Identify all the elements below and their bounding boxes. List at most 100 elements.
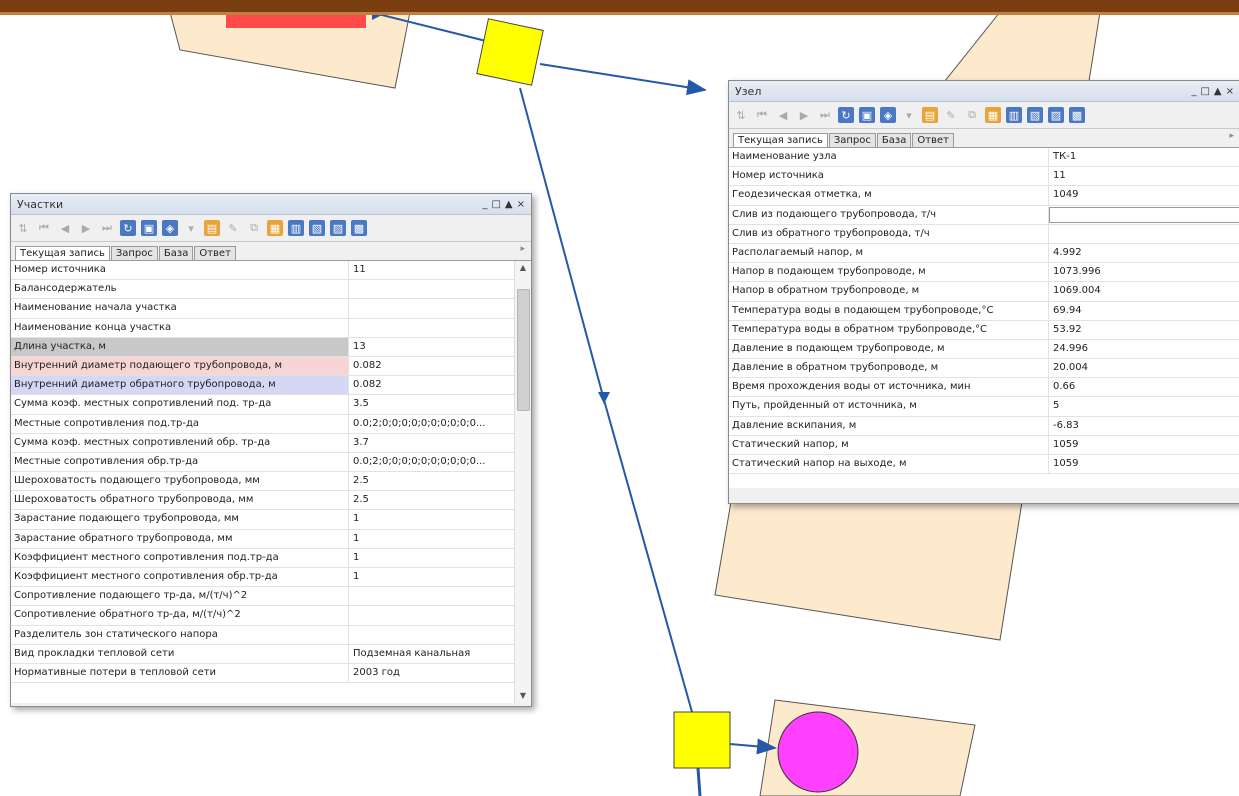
heat-chamber-node-tk1[interactable] bbox=[476, 18, 544, 86]
save-icon[interactable]: ▣ bbox=[859, 107, 875, 123]
table-row[interactable]: Давление вскипания, м -6.83 bbox=[729, 416, 1239, 436]
property-value[interactable]: 3.5 bbox=[349, 395, 514, 413]
table-row[interactable]: Напор в подающем трубопроводе, м 1073.996 bbox=[729, 263, 1239, 283]
prev-record-icon[interactable]: ◀ bbox=[57, 220, 73, 236]
print-icon[interactable]: ▩ bbox=[351, 220, 367, 236]
export-icon[interactable]: ▥ bbox=[1006, 107, 1022, 123]
next-record-icon[interactable]: ▶ bbox=[796, 107, 812, 123]
minimize-button[interactable]: _ bbox=[1191, 86, 1196, 97]
scroll-down-icon[interactable]: ▼ bbox=[515, 689, 531, 703]
refresh-icon[interactable]: ↻ bbox=[838, 107, 854, 123]
window-uchastki-titlebar[interactable]: Участки _ □ ▲ × bbox=[11, 194, 531, 215]
table-row[interactable]: Вид прокладки тепловой сети Подземная кан… bbox=[11, 644, 514, 664]
property-value[interactable]: 2.5 bbox=[349, 491, 514, 509]
property-value[interactable]: 5 bbox=[1049, 397, 1239, 415]
table-row[interactable]: Давление в обратном трубопроводе, м 20.00… bbox=[729, 359, 1239, 379]
property-value[interactable]: 11 bbox=[1049, 167, 1239, 185]
property-value[interactable]: 3.7 bbox=[349, 434, 514, 452]
property-value[interactable]: ТК-1 bbox=[1049, 148, 1239, 166]
tab-query[interactable]: Запрос bbox=[828, 133, 876, 147]
table-row[interactable]: Сопротивление подающего тр-да, м/(т/ч)^2 bbox=[11, 587, 514, 607]
refresh-icon[interactable]: ↻ bbox=[120, 220, 136, 236]
tab-current-record[interactable]: Текущая запись bbox=[733, 133, 828, 147]
property-value[interactable]: 0.66 bbox=[1049, 378, 1239, 396]
layer-icon[interactable]: ◈ bbox=[880, 107, 896, 123]
sort-icon[interactable]: ⇅ bbox=[733, 107, 749, 123]
table-row[interactable]: Местные сопротивления обр.тр-да 0.0;2;0;0… bbox=[11, 452, 514, 473]
import-icon[interactable]: ▧ bbox=[1027, 107, 1043, 123]
import-icon[interactable]: ▧ bbox=[309, 220, 325, 236]
table-row[interactable]: Внутренний диаметр обратного трубопровод… bbox=[11, 376, 514, 396]
prev-record-icon[interactable]: ◀ bbox=[775, 107, 791, 123]
table-row[interactable]: Статический напор, м 1059 bbox=[729, 435, 1239, 455]
property-value[interactable]: 1 bbox=[349, 568, 514, 586]
save-icon[interactable]: ▣ bbox=[141, 220, 157, 236]
property-value[interactable]: 1059 bbox=[1049, 436, 1239, 454]
collapse-button[interactable]: ▲ bbox=[1214, 86, 1222, 97]
minimize-button[interactable]: _ bbox=[482, 199, 487, 210]
property-value[interactable] bbox=[349, 626, 514, 644]
report-icon[interactable]: ▨ bbox=[1048, 107, 1064, 123]
document-icon[interactable]: ▤ bbox=[204, 220, 220, 236]
edit-icon[interactable]: ✎ bbox=[225, 220, 241, 236]
tab-answer[interactable]: Ответ bbox=[194, 246, 236, 260]
paste-icon[interactable]: ▦ bbox=[985, 107, 1001, 123]
table-row[interactable]: Сумма коэф. местных сопротивлений обр. т… bbox=[11, 433, 514, 453]
property-value[interactable]: 11 bbox=[349, 261, 514, 279]
scroll-up-icon[interactable]: ▲ bbox=[515, 261, 531, 275]
maximize-button[interactable]: □ bbox=[491, 199, 500, 210]
copy-icon[interactable]: ⧉ bbox=[246, 220, 262, 236]
last-record-icon[interactable]: ⏭ bbox=[99, 220, 115, 236]
property-value[interactable]: 0.082 bbox=[349, 357, 514, 375]
property-value[interactable]: 1 bbox=[349, 510, 514, 528]
window-uchastki[interactable]: Участки _ □ ▲ × ⇅ ⏮ ◀ ▶ ⏭ ↻ ▣ ◈ ▾ ▤ ✎ ⧉ … bbox=[10, 193, 532, 707]
close-button[interactable]: × bbox=[1226, 86, 1234, 97]
table-row[interactable]: Шероховатость подающего трубопровода, мм… bbox=[11, 472, 514, 492]
dropdown-icon[interactable]: ▾ bbox=[901, 107, 917, 123]
property-value[interactable]: Подземная канальная bbox=[349, 645, 514, 663]
table-row[interactable]: Слив из подающего трубопровода, т/ч bbox=[729, 205, 1239, 225]
table-row[interactable]: Сопротивление обратного тр-да, м/(т/ч)^2 bbox=[11, 606, 514, 626]
table-row[interactable]: Длина участка, м 13 bbox=[11, 337, 514, 357]
table-row[interactable]: Зарастание обратного трубопровода, мм 1 bbox=[11, 529, 514, 549]
property-value[interactable]: 24.996 bbox=[1049, 340, 1239, 358]
table-row[interactable]: Температура воды в подающем трубопроводе… bbox=[729, 301, 1239, 321]
tabs-scroll-icon[interactable]: ▸ bbox=[1229, 131, 1234, 141]
table-row[interactable]: Номер источника 11 bbox=[729, 167, 1239, 187]
table-row[interactable]: Располагаемый напор, м 4.992 bbox=[729, 243, 1239, 264]
table-row[interactable]: Наименование узла ТК-1 bbox=[729, 148, 1239, 168]
tab-answer[interactable]: Ответ bbox=[912, 133, 954, 147]
scroll-thumb[interactable] bbox=[517, 289, 530, 411]
table-row[interactable]: Коэффициент местного сопротивления обр.т… bbox=[11, 568, 514, 588]
tab-query[interactable]: Запрос bbox=[110, 246, 158, 260]
tabs-scroll-icon[interactable]: ▸ bbox=[520, 244, 525, 254]
table-row[interactable]: Сумма коэф. местных сопротивлений под. т… bbox=[11, 395, 514, 415]
document-icon[interactable]: ▤ bbox=[922, 107, 938, 123]
table-row[interactable]: Давление в подающем трубопроводе, м 24.99… bbox=[729, 339, 1239, 360]
table-row[interactable]: Наименование начала участка bbox=[11, 299, 514, 319]
property-value[interactable]: -6.83 bbox=[1049, 417, 1239, 435]
table-row[interactable]: Напор в обратном трубопроводе, м 1069.004 bbox=[729, 282, 1239, 302]
table-row[interactable]: Температура воды в обратном трубопроводе… bbox=[729, 320, 1239, 340]
table-row[interactable]: Коэффициент местного сопротивления под.т… bbox=[11, 548, 514, 568]
property-value[interactable]: 13 bbox=[349, 338, 514, 356]
dropdown-icon[interactable]: ▾ bbox=[183, 220, 199, 236]
property-value[interactable] bbox=[349, 319, 514, 337]
pipe-segment-down[interactable] bbox=[696, 767, 702, 796]
print-icon[interactable]: ▩ bbox=[1069, 107, 1085, 123]
table-row[interactable]: Разделитель зон статического напора bbox=[11, 625, 514, 645]
heat-chamber-node-2[interactable] bbox=[673, 711, 731, 769]
table-row[interactable]: Зарастание подающего трубопровода, мм 1 bbox=[11, 510, 514, 530]
property-value[interactable] bbox=[1049, 206, 1239, 223]
export-icon[interactable]: ▥ bbox=[288, 220, 304, 236]
property-value[interactable]: 1059 bbox=[1049, 455, 1239, 473]
property-value[interactable]: 2003 год bbox=[349, 664, 514, 682]
property-value[interactable]: 1 bbox=[349, 530, 514, 548]
table-row[interactable]: Геодезическая отметка, м 1049 bbox=[729, 186, 1239, 206]
table-row[interactable]: Номер источника 11 bbox=[11, 261, 514, 281]
paste-icon[interactable]: ▦ bbox=[267, 220, 283, 236]
tab-base[interactable]: База bbox=[158, 246, 194, 260]
consumer-node[interactable] bbox=[777, 711, 859, 793]
table-row[interactable]: Путь, пройденный от источника, м5 bbox=[729, 397, 1239, 417]
property-value[interactable] bbox=[349, 587, 514, 605]
